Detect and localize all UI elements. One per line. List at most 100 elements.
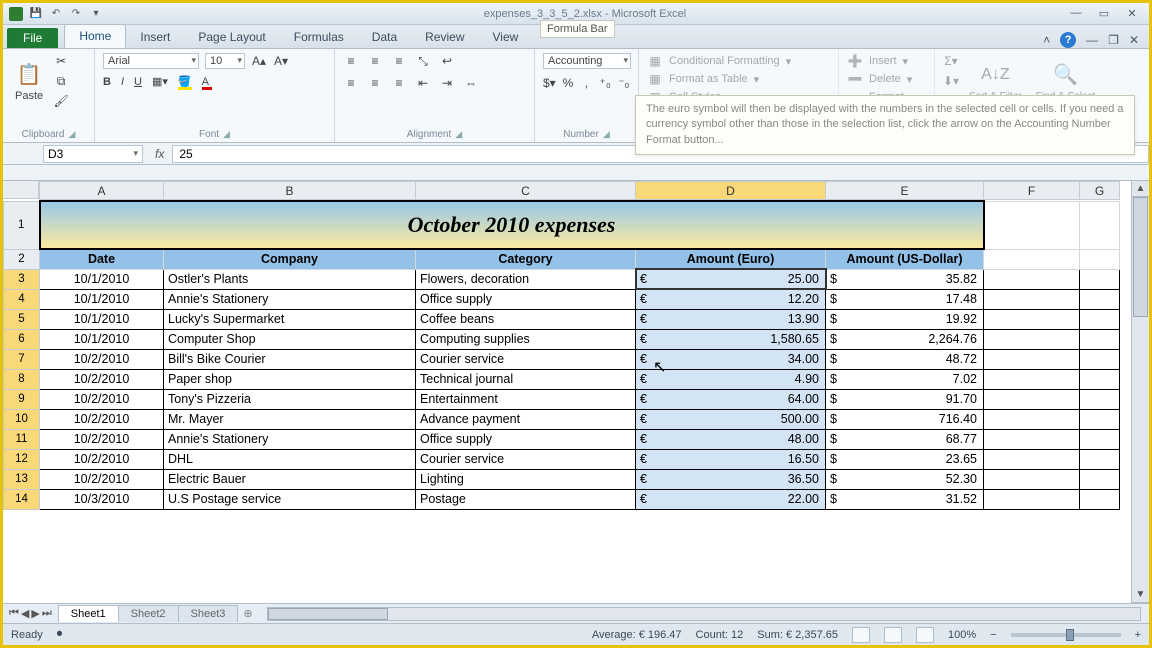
cell-blank[interactable]	[984, 489, 1080, 509]
fill-color-icon[interactable]: 🪣	[178, 75, 192, 88]
cell-blank[interactable]	[1080, 309, 1120, 329]
ribbon-minimize-icon[interactable]: ˄	[1043, 33, 1050, 47]
row-header-10[interactable]: 10	[4, 409, 40, 429]
cell-blank[interactable]	[1080, 449, 1120, 469]
merge-center-icon[interactable]: ⇔	[463, 75, 479, 91]
cell-category[interactable]: Office supply	[416, 289, 636, 309]
cell-amount-usd[interactable]: $68.77	[826, 429, 984, 449]
cell-blank[interactable]	[984, 429, 1080, 449]
zoom-out-icon[interactable]: −	[990, 629, 996, 641]
number-format-select[interactable]: Accounting	[543, 53, 631, 69]
grow-font-icon[interactable]: A▴	[251, 53, 267, 69]
sheet-title[interactable]: October 2010 expenses	[40, 201, 984, 249]
row-header-2[interactable]: 2	[4, 249, 40, 269]
cell-company[interactable]: Computer Shop	[164, 329, 416, 349]
cell-category[interactable]: Courier service	[416, 449, 636, 469]
conditional-formatting-button[interactable]: ▦Conditional Formatting▾	[647, 53, 830, 69]
copy-icon[interactable]: ⧉	[53, 73, 69, 89]
cell-amount-euro[interactable]: €22.00	[636, 489, 826, 509]
view-normal-icon[interactable]	[852, 627, 870, 643]
cell-category[interactable]: Flowers, decoration	[416, 269, 636, 289]
zoom-level[interactable]: 100%	[948, 629, 976, 641]
cell-company[interactable]: Electric Bauer	[164, 469, 416, 489]
align-left-icon[interactable]: ≡	[343, 75, 359, 91]
font-dialog-icon[interactable]: ◢	[223, 129, 230, 140]
increase-indent-icon[interactable]: ⇥	[439, 75, 455, 91]
cell-amount-euro[interactable]: €4.90	[636, 369, 826, 389]
tab-formulas[interactable]: Formulas	[280, 26, 358, 48]
underline-button[interactable]: U	[134, 76, 142, 88]
cell-date[interactable]: 10/1/2010	[40, 329, 164, 349]
col-header-a[interactable]: A	[40, 182, 164, 200]
cell-blank[interactable]	[984, 369, 1080, 389]
cell-amount-euro[interactable]: €36.50	[636, 469, 826, 489]
cell-amount-usd[interactable]: $2,264.76	[826, 329, 984, 349]
cell-company[interactable]: Ostler's Plants	[164, 269, 416, 289]
comma-icon[interactable]: ,	[580, 75, 593, 91]
row-header-4[interactable]: 4	[4, 289, 40, 309]
row-header-8[interactable]: 8	[4, 369, 40, 389]
align-top-icon[interactable]: ≡	[343, 53, 359, 69]
decrease-indent-icon[interactable]: ⇤	[415, 75, 431, 91]
autosum-icon[interactable]: Σ▾	[943, 53, 959, 69]
cell-blank[interactable]	[1080, 489, 1120, 509]
sheet-tab-2[interactable]: Sheet2	[118, 605, 179, 622]
row-header-3[interactable]: 3	[4, 269, 40, 289]
align-center-icon[interactable]: ≡	[367, 75, 383, 91]
tab-home[interactable]: Home	[64, 24, 126, 48]
insert-cells-button[interactable]: ➕Insert▾	[847, 53, 926, 69]
view-pagebreak-icon[interactable]	[916, 627, 934, 643]
accounting-format-icon[interactable]: $▾	[543, 75, 556, 91]
cell-amount-usd[interactable]: $23.65	[826, 449, 984, 469]
cell-blank[interactable]	[1080, 349, 1120, 369]
font-size-select[interactable]: 10	[205, 53, 245, 69]
col-header-g[interactable]: G	[1080, 182, 1120, 200]
align-right-icon[interactable]: ≡	[391, 75, 407, 91]
cut-icon[interactable]: ✂	[53, 53, 69, 69]
font-name-select[interactable]: Arial	[103, 53, 199, 69]
tab-nav-next-icon[interactable]: ▶	[31, 607, 39, 620]
zoom-slider[interactable]	[1011, 633, 1121, 637]
view-layout-icon[interactable]	[884, 627, 902, 643]
col-header-f[interactable]: F	[984, 182, 1080, 200]
cell-amount-usd[interactable]: $716.40	[826, 409, 984, 429]
cell-date[interactable]: 10/2/2010	[40, 349, 164, 369]
align-bottom-icon[interactable]: ≡	[391, 53, 407, 69]
cell-company[interactable]: Annie's Stationery	[164, 429, 416, 449]
cell-date[interactable]: 10/2/2010	[40, 389, 164, 409]
row-header-13[interactable]: 13	[4, 469, 40, 489]
cell-date[interactable]: 10/2/2010	[40, 469, 164, 489]
cell-blank[interactable]	[984, 349, 1080, 369]
hdr-amount-euro[interactable]: Amount (Euro)	[636, 249, 826, 269]
row-header-14[interactable]: 14	[4, 489, 40, 509]
cell-amount-euro[interactable]: €1,580.65	[636, 329, 826, 349]
cell-blank[interactable]	[984, 269, 1080, 289]
delete-cells-button[interactable]: ➖Delete▾	[847, 71, 926, 87]
hdr-date[interactable]: Date	[40, 249, 164, 269]
row-header-6[interactable]: 6	[4, 329, 40, 349]
cell-blank[interactable]	[1080, 289, 1120, 309]
font-color-icon[interactable]: A	[202, 76, 209, 88]
cell-amount-euro[interactable]: €16.50	[636, 449, 826, 469]
cell-amount-usd[interactable]: $7.02	[826, 369, 984, 389]
cell-category[interactable]: Coffee beans	[416, 309, 636, 329]
file-tab[interactable]: File	[7, 28, 58, 48]
cell-blank[interactable]	[1080, 329, 1120, 349]
cell-company[interactable]: Tony's Pizzeria	[164, 389, 416, 409]
cell-company[interactable]: Paper shop	[164, 369, 416, 389]
hdr-company[interactable]: Company	[164, 249, 416, 269]
cell-date[interactable]: 10/3/2010	[40, 489, 164, 509]
format-as-table-button[interactable]: ▦Format as Table▾	[647, 71, 830, 87]
wrap-text-icon[interactable]: ↩	[439, 53, 455, 69]
align-middle-icon[interactable]: ≡	[367, 53, 383, 69]
cell-blank[interactable]	[1080, 269, 1120, 289]
col-header-d[interactable]: D	[636, 182, 826, 200]
row-header-7[interactable]: 7	[4, 349, 40, 369]
decrease-decimal-icon[interactable]: ⁻₀	[617, 75, 630, 91]
cell-date[interactable]: 10/1/2010	[40, 309, 164, 329]
shrink-font-icon[interactable]: A▾	[273, 53, 289, 69]
cell-company[interactable]: Annie's Stationery	[164, 289, 416, 309]
cell-amount-euro[interactable]: €34.00	[636, 349, 826, 369]
cell-category[interactable]: Entertainment	[416, 389, 636, 409]
cell-date[interactable]: 10/1/2010	[40, 289, 164, 309]
